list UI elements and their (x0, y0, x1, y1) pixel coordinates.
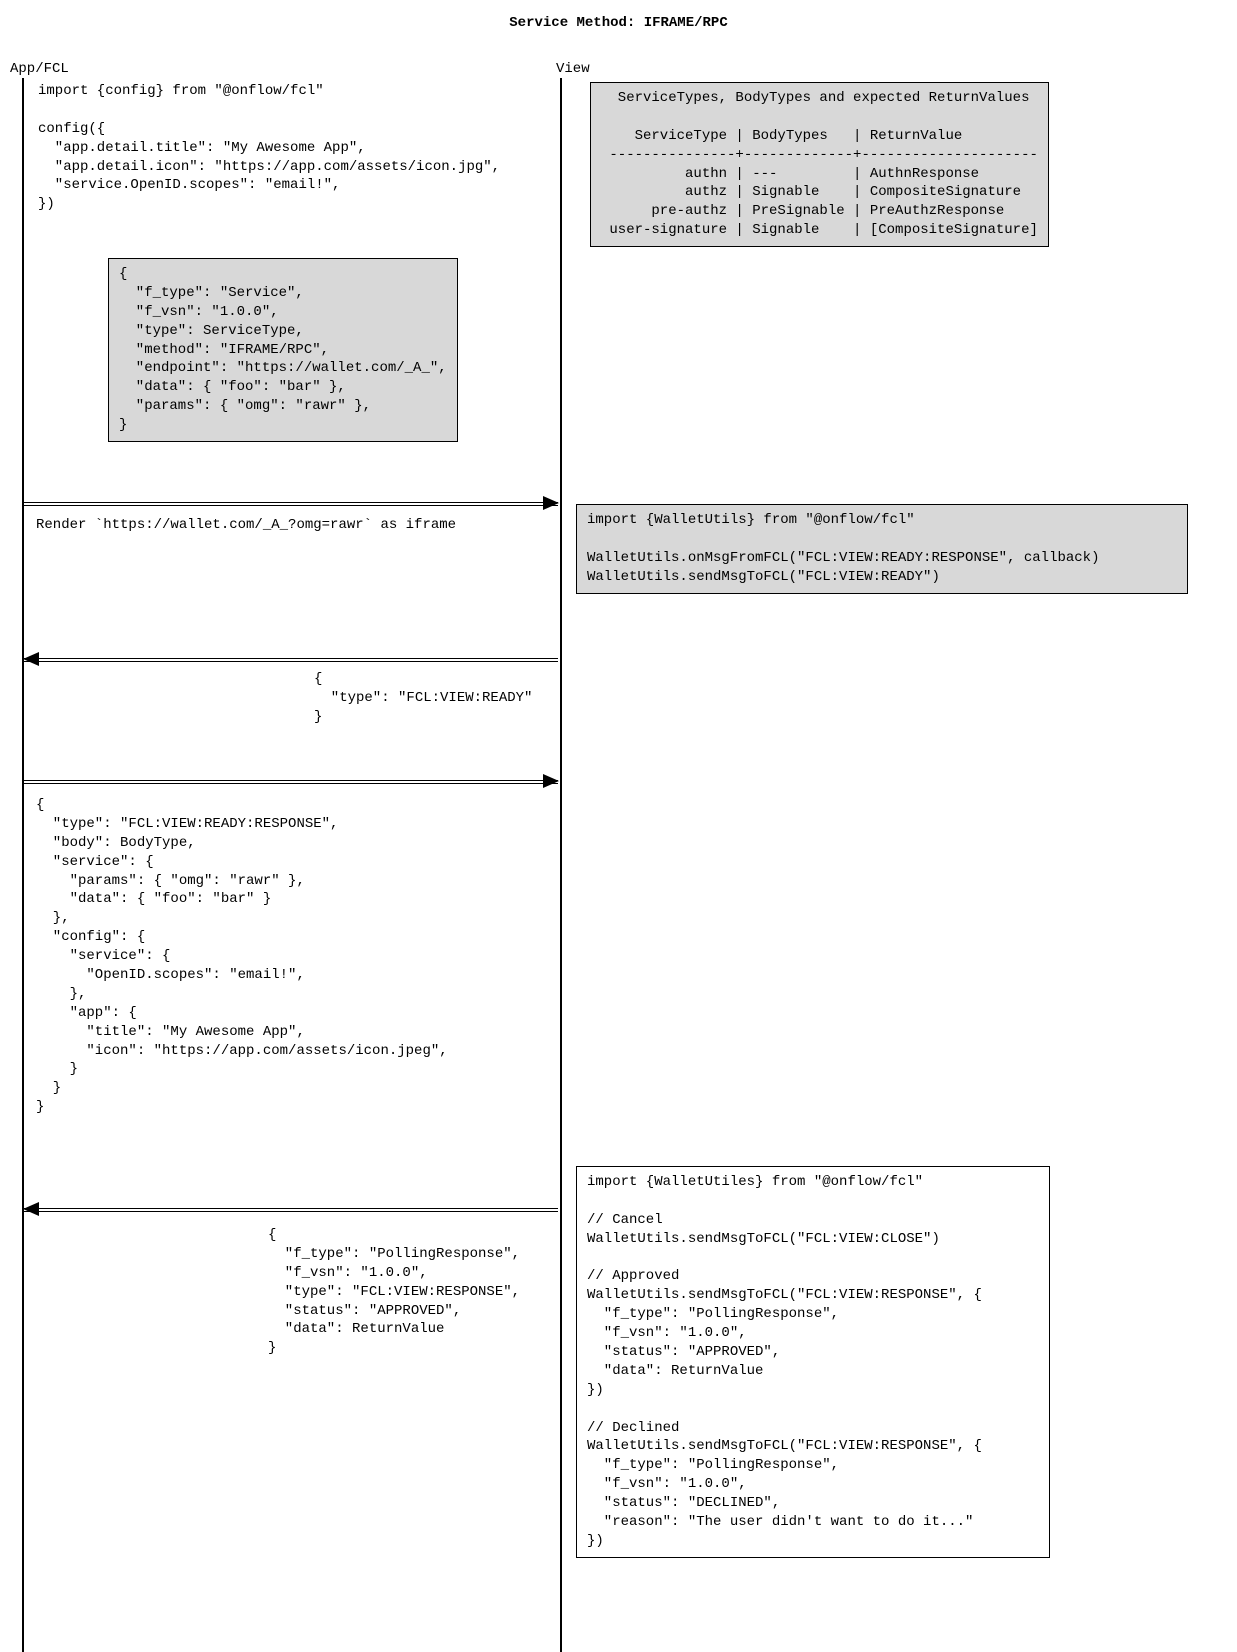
render-label: Render `https://wallet.com/_A_?omg=rawr`… (36, 516, 456, 535)
ready-response-msg: { "type": "FCL:VIEW:READY:RESPONSE", "bo… (36, 796, 448, 1117)
view-ready-msg: { "type": "FCL:VIEW:READY" } (314, 670, 532, 727)
lifeline-view (560, 78, 562, 1652)
lane-label-app: App/FCL (10, 60, 69, 79)
arrow-view-ready (24, 658, 558, 659)
config-code: import {config} from "@onflow/fcl" confi… (38, 82, 500, 214)
arrow-view-response (24, 1208, 558, 1209)
arrow-ready-response (24, 780, 558, 781)
arrow-render-iframe (24, 502, 558, 503)
polling-response-msg: { "f_type": "PollingResponse", "f_vsn": … (268, 1226, 520, 1358)
service-json-box: { "f_type": "Service", "f_vsn": "1.0.0",… (108, 258, 458, 442)
service-types-table: ServiceTypes, BodyTypes and expected Ret… (590, 82, 1049, 247)
diagram-title: Service Method: IFRAME/RPC (0, 14, 1237, 33)
lane-label-view: View (556, 60, 590, 79)
wallet-utils-ready: import {WalletUtils} from "@onflow/fcl" … (576, 504, 1188, 594)
sequence-diagram: Service Method: IFRAME/RPC App/FCL View … (0, 0, 1237, 1652)
wallet-utils-responses: import {WalletUtiles} from "@onflow/fcl"… (576, 1166, 1050, 1558)
lifeline-app (22, 78, 24, 1652)
